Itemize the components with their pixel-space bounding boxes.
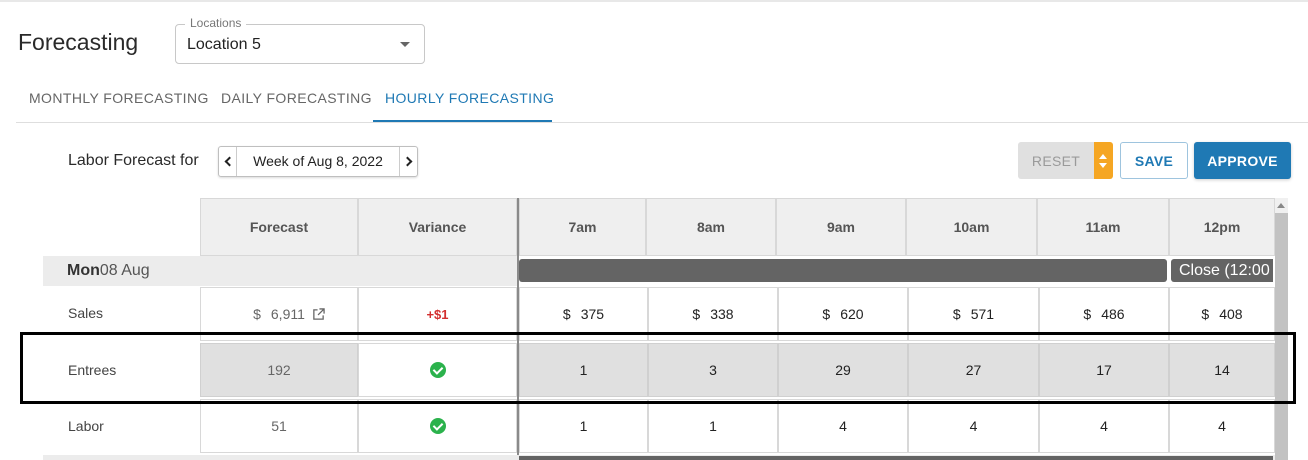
week-value[interactable]: Week of Aug 8, 2022 xyxy=(237,153,399,169)
sales-hour-cell[interactable]: $375 xyxy=(519,287,648,341)
page-title: Forecasting xyxy=(18,29,139,55)
open-hours-bar xyxy=(519,259,1167,282)
location-select[interactable]: Locations Location 5 xyxy=(175,16,425,64)
reset-options-spinner[interactable] xyxy=(1094,142,1113,179)
entrees-hour-cell[interactable]: 27 xyxy=(908,343,1039,397)
labor-hour-cell[interactable]: 4 xyxy=(1169,399,1275,453)
labor-variance-cell xyxy=(358,399,517,453)
caret-down-icon xyxy=(400,42,410,47)
currency-symbol: $ xyxy=(952,306,961,322)
hour-header: 9am xyxy=(776,198,906,256)
approve-button[interactable]: APPROVE xyxy=(1194,142,1291,179)
hour-header: 11am xyxy=(1037,198,1169,256)
sales-forecast-value: 6,911 xyxy=(270,306,305,322)
labor-forecast-label: Labor Forecast for xyxy=(68,152,199,169)
labor-hour-cell[interactable]: 4 xyxy=(908,399,1039,453)
labor-hour-cell[interactable]: 4 xyxy=(1039,399,1169,453)
top-border xyxy=(0,0,1308,2)
sales-hour-cell[interactable]: $486 xyxy=(1039,287,1169,341)
sales-hour-value: 408 xyxy=(1219,306,1243,322)
chevron-left-icon xyxy=(224,156,234,167)
external-link-icon[interactable] xyxy=(312,308,325,321)
entrees-hour-cell[interactable]: 29 xyxy=(778,343,908,397)
labor-hour-cell[interactable]: 1 xyxy=(519,399,648,453)
sales-hour-cell[interactable]: $408 xyxy=(1169,287,1275,341)
active-tab-indicator xyxy=(373,120,552,122)
caret-up-icon xyxy=(1099,154,1107,159)
entrees-hour-cell[interactable]: 14 xyxy=(1169,343,1275,397)
hour-header: 7am xyxy=(519,198,646,256)
scrollbar-thumb[interactable] xyxy=(1275,213,1288,460)
row-label-entrees: Entrees xyxy=(68,362,117,378)
caret-down-icon xyxy=(1099,163,1107,168)
entrees-forecast-cell: 192 xyxy=(200,343,358,397)
forecast-tabs: MONTHLY FORECASTING DAILY FORECASTING HO… xyxy=(16,72,1308,123)
row-label-labor: Labor xyxy=(68,418,104,434)
close-time-bar: Close (12:00 xyxy=(1171,259,1273,282)
sales-hour-value: 620 xyxy=(840,306,864,322)
currency-symbol: $ xyxy=(253,306,261,322)
sales-forecast-cell[interactable]: $6,911 xyxy=(200,287,358,341)
currency-symbol: $ xyxy=(562,306,571,322)
tab-monthly-forecasting[interactable]: MONTHLY FORECASTING xyxy=(29,90,209,106)
sales-variance-cell: +$1 xyxy=(358,287,517,341)
check-circle-icon xyxy=(429,418,446,434)
tab-hourly-forecasting[interactable]: HOURLY FORECASTING xyxy=(385,90,554,106)
previous-week-button[interactable] xyxy=(219,147,237,176)
chevron-right-icon xyxy=(402,156,412,167)
currency-symbol: $ xyxy=(692,306,701,322)
reset-button[interactable]: RESET xyxy=(1018,142,1094,179)
next-week-button[interactable] xyxy=(399,147,417,176)
sales-hour-cell[interactable]: $571 xyxy=(908,287,1039,341)
sales-hour-cell[interactable]: $620 xyxy=(778,287,908,341)
currency-symbol: $ xyxy=(1083,306,1092,322)
labor-hour-cell[interactable]: 1 xyxy=(648,399,778,453)
currency-symbol: $ xyxy=(1201,306,1210,322)
sales-hour-value: 375 xyxy=(580,306,605,322)
variance-header: Variance xyxy=(358,198,517,256)
tab-daily-forecasting[interactable]: DAILY FORECASTING xyxy=(221,90,372,106)
day-label: Mon08 Aug xyxy=(67,262,150,280)
entrees-hour-cell[interactable]: 1 xyxy=(519,343,648,397)
row-label-sales: Sales xyxy=(68,305,104,321)
day-date: 08 Aug xyxy=(99,262,150,279)
sales-variance-value: +$1 xyxy=(426,306,449,322)
hour-header: 12pm xyxy=(1169,198,1275,256)
sales-hour-cell[interactable]: $338 xyxy=(648,287,778,341)
labor-forecast-cell: 51 xyxy=(200,399,358,453)
hour-header: 8am xyxy=(646,198,776,256)
entrees-variance-cell xyxy=(358,343,517,397)
sales-hour-value: 486 xyxy=(1101,306,1125,322)
scroll-up-arrow-icon[interactable] xyxy=(1277,203,1285,208)
hour-header: 10am xyxy=(906,198,1037,256)
forecast-header: Forecast xyxy=(200,198,358,256)
frozen-column-divider xyxy=(517,198,519,460)
labor-hour-cell[interactable]: 4 xyxy=(778,399,908,453)
next-day-bar xyxy=(519,456,1273,460)
check-circle-icon xyxy=(429,362,446,378)
save-button[interactable]: SAVE xyxy=(1120,142,1188,179)
sales-hour-value: 571 xyxy=(970,306,995,322)
sales-hour-value: 338 xyxy=(710,306,734,322)
week-picker: Week of Aug 8, 2022 xyxy=(218,146,418,177)
currency-symbol: $ xyxy=(822,306,831,322)
location-legend: Locations xyxy=(185,16,247,30)
entrees-hour-cell[interactable]: 3 xyxy=(648,343,778,397)
entrees-hour-cell[interactable]: 17 xyxy=(1039,343,1169,397)
location-value: Location 5 xyxy=(187,36,261,53)
day-weekday: Mon xyxy=(67,262,100,279)
